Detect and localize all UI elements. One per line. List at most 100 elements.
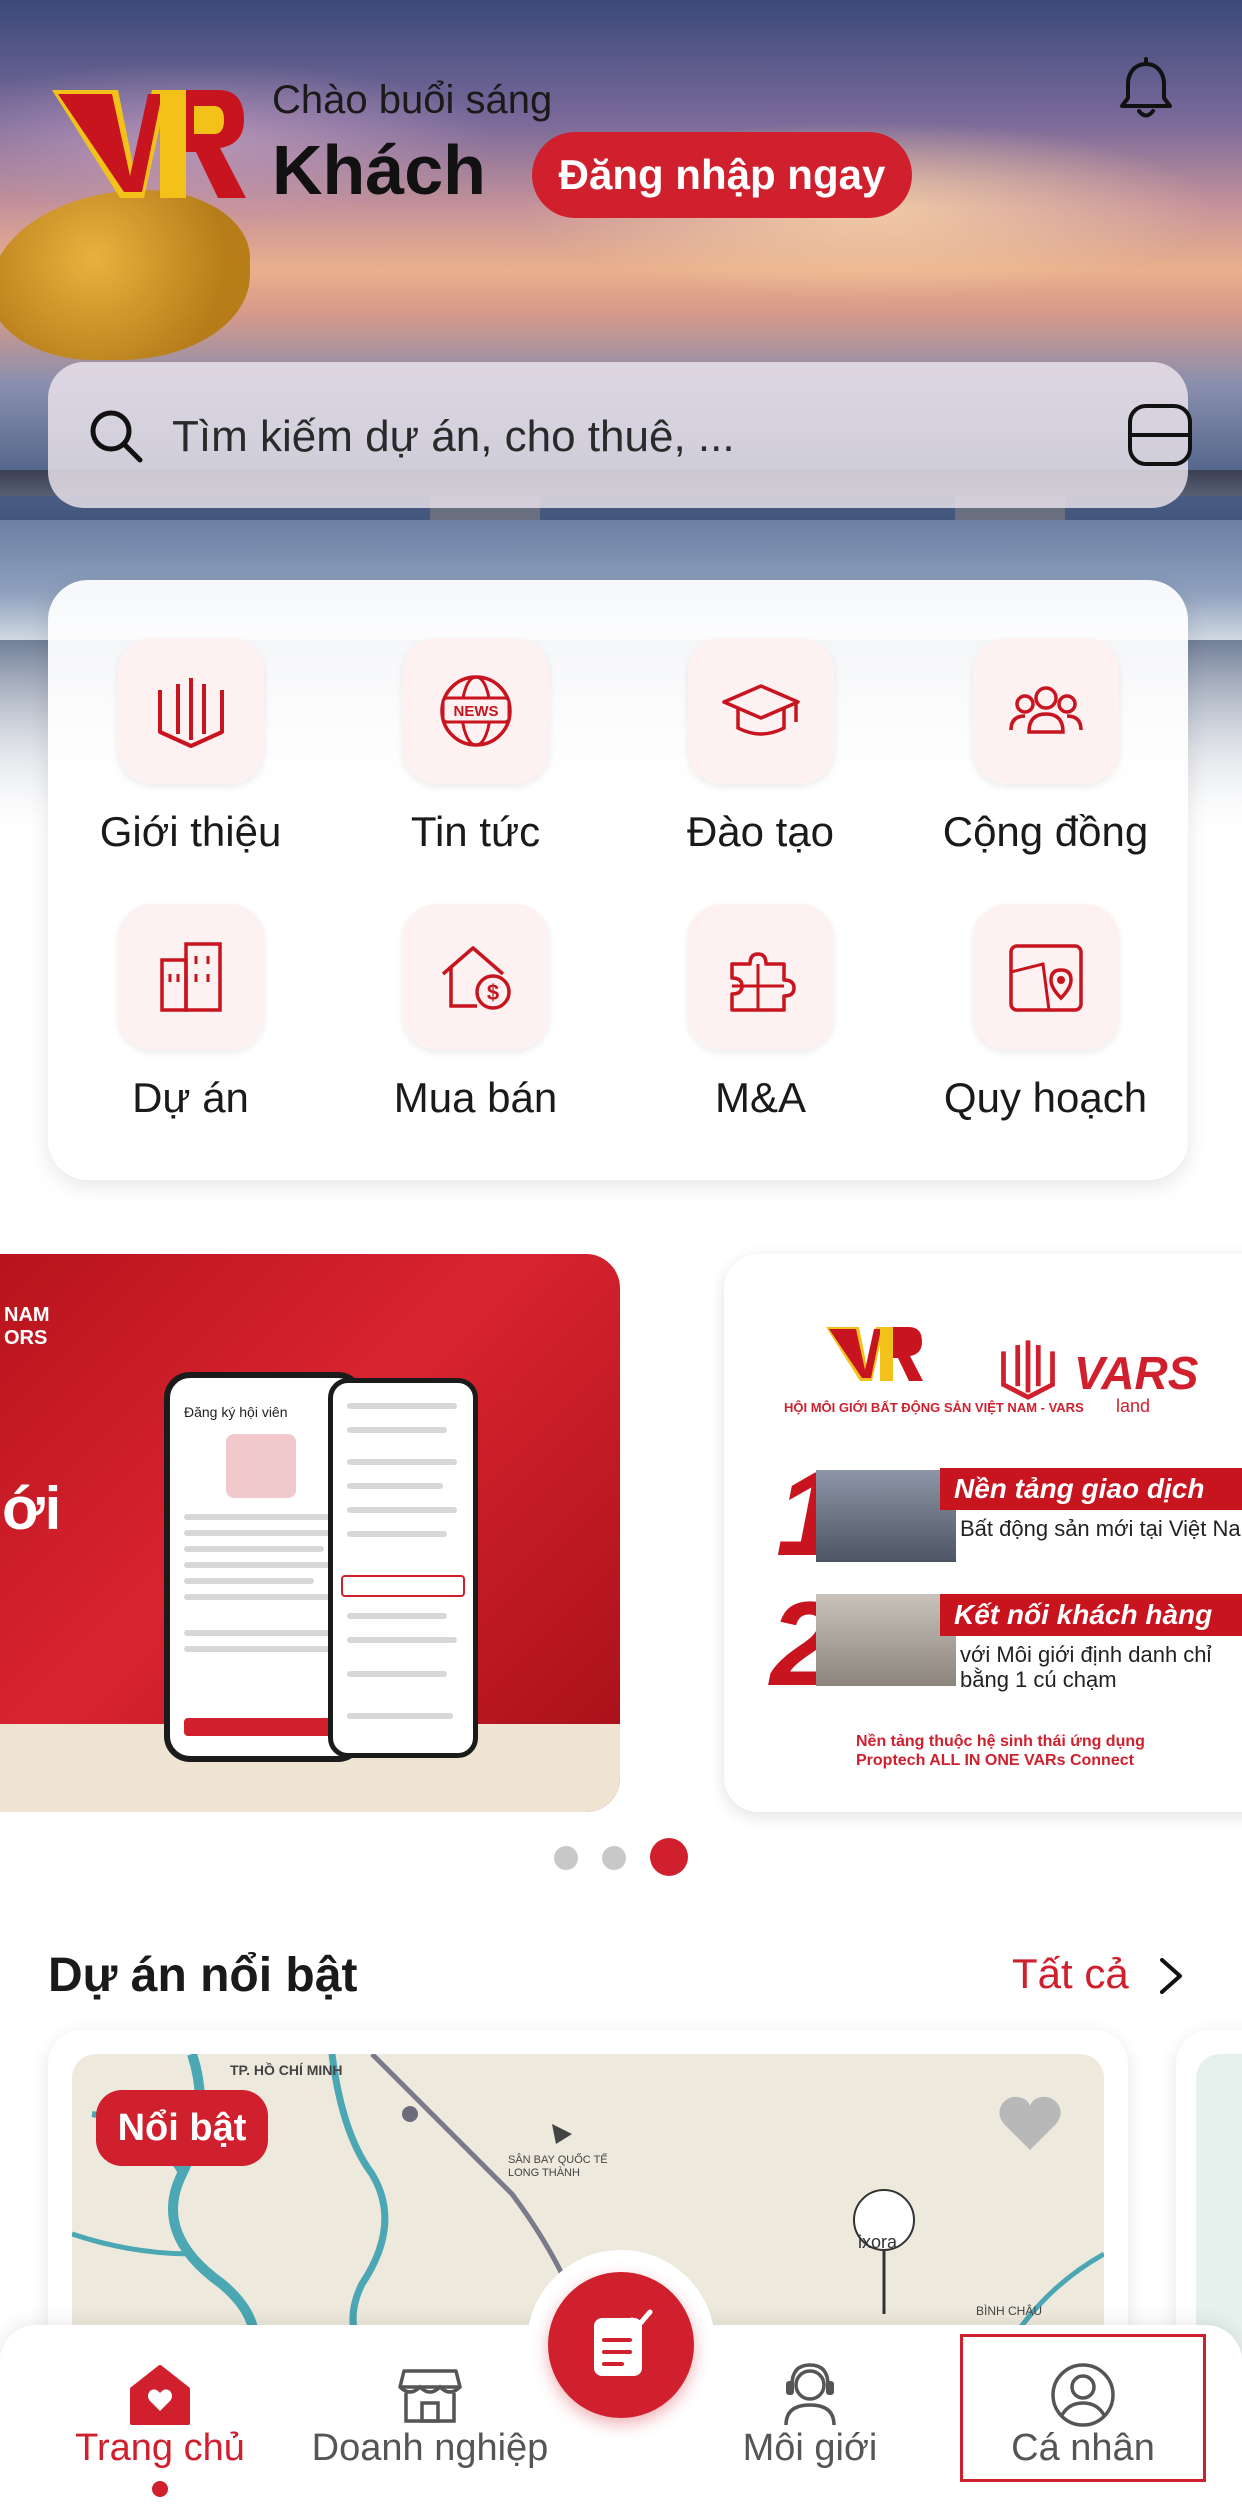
- map-label: BÌNH CHÂU: [976, 2304, 1043, 2318]
- phone-illustration: [226, 1434, 296, 1498]
- heart-icon[interactable]: [996, 2094, 1064, 2154]
- promo-banner-vars-land[interactable]: HỘI MÔI GIỚI BẤT ĐỘNG SẢN VIỆT NAM - VAR…: [724, 1254, 1242, 1812]
- map-label: ixora: [858, 2232, 898, 2252]
- login-button[interactable]: Đăng nhập ngay: [532, 132, 912, 218]
- svg-text:$: $: [487, 980, 499, 1005]
- tab-home[interactable]: Trang chủ: [40, 2325, 280, 2505]
- scan-icon[interactable]: [1126, 402, 1194, 468]
- building-icon: [160, 942, 222, 1012]
- menu-icon-box: [118, 904, 264, 1050]
- menu-icon-box: $: [403, 904, 549, 1050]
- phone-text-line: [184, 1514, 334, 1520]
- vars-logo-icon: [158, 678, 224, 748]
- map-pin-icon: [1009, 944, 1083, 1012]
- map-label: TP. HỒ CHÍ MINH: [230, 2062, 343, 2078]
- banner-photo-handshake: [816, 1594, 956, 1686]
- community-icon: [1009, 686, 1083, 734]
- phone-title: Đăng ký hội viên: [184, 1404, 288, 1420]
- see-all-link[interactable]: Tất cả: [1012, 1950, 1129, 1998]
- phone-text-line: [347, 1403, 457, 1409]
- vars-logo-icon: [1001, 1340, 1055, 1400]
- carousel-indicator: [550, 1838, 692, 1878]
- feature-text: Bất động sản mới tại Việt Nam: [960, 1516, 1242, 1541]
- active-tab-indicator: [152, 2481, 168, 2497]
- tab-label: Trang chủ: [75, 2427, 245, 2469]
- carousel-dot[interactable]: [554, 1846, 578, 1870]
- menu-item-du-an[interactable]: Dự án: [48, 846, 333, 1121]
- phone-text-line: [184, 1630, 344, 1636]
- menu-icon-box: [688, 638, 834, 784]
- promo-banner-membership[interactable]: NAM ORS ới Đăng ký hội viên: [0, 1254, 620, 1812]
- tab-label: Môi giới: [742, 2427, 878, 2469]
- banner-footer: Nền tảng thuộc hệ sinh thái ứng dụng Prop…: [856, 1733, 1145, 1770]
- phone-text-line: [184, 1594, 334, 1600]
- phone-text-line: [347, 1427, 447, 1433]
- agent-headset-icon: [784, 2363, 836, 2426]
- svg-text:NEWS: NEWS: [454, 703, 499, 720]
- feature-menu: Giới thiệu NEWS Tin tức Đào tạo Cộng đồn…: [48, 580, 1188, 1180]
- phone-text-line: [347, 1507, 457, 1513]
- phone-mockup-secondary: [328, 1378, 478, 1758]
- home-heart-icon: [130, 2365, 190, 2425]
- banner-tag: NAM ORS: [4, 1304, 50, 1349]
- featured-badge: Nổi bật: [96, 2090, 268, 2166]
- menu-item-label: Mua bán: [393, 1074, 558, 1121]
- phone-text-line: [347, 1713, 453, 1719]
- search-input[interactable]: Tìm kiếm dự án, cho thuê, ...: [172, 412, 735, 462]
- banner-photo-meeting: [816, 1470, 956, 1562]
- feature-title: Nền tảng giao dịch: [940, 1468, 1242, 1510]
- menu-item-label: Dự án: [132, 1074, 249, 1121]
- vr-logo-small: [826, 1327, 923, 1381]
- feature-text: với Môi giới định danh chỉ bằng 1 cú chạ…: [960, 1642, 1212, 1693]
- menu-icon-box: [973, 904, 1119, 1050]
- menu-item-m-and-a[interactable]: M&A: [618, 846, 903, 1121]
- menu-item-label: Quy hoạch: [943, 1074, 1148, 1121]
- graduation-cap-icon: [722, 684, 800, 736]
- phone-text-line: [347, 1483, 443, 1489]
- menu-icon-box: [688, 904, 834, 1050]
- menu-item-gioi-thieu[interactable]: Giới thiệu: [48, 580, 333, 855]
- phone-text-line: [184, 1646, 334, 1652]
- phone-text-line: [184, 1546, 324, 1552]
- tab-agent[interactable]: Môi giới: [690, 2325, 930, 2505]
- section-title: Dự án nổi bật: [48, 1949, 358, 2002]
- news-globe-icon: NEWS: [440, 675, 512, 747]
- menu-item-quy-hoach[interactable]: Quy hoạch: [903, 846, 1188, 1121]
- phone-highlight-row: [341, 1575, 465, 1597]
- search-icon: [90, 410, 143, 463]
- menu-icon-box: NEWS: [403, 638, 549, 784]
- carousel-dot-active[interactable]: [650, 1838, 688, 1876]
- center-action-button[interactable]: [548, 2272, 694, 2418]
- chevron-right-icon[interactable]: [1158, 1956, 1184, 1996]
- feature-title: Kết nối khách hàng: [940, 1594, 1242, 1636]
- vr-logo: [52, 90, 246, 198]
- carousel-dot[interactable]: [602, 1846, 626, 1870]
- phone-text-line: [347, 1459, 457, 1465]
- menu-item-label: M&A: [714, 1074, 806, 1121]
- dragon-statue-image: [0, 190, 250, 360]
- menu-icon-box: [973, 638, 1119, 784]
- map-label: SÂN BAY QUỐC TẾ LONG THÀNH: [508, 2154, 608, 2180]
- store-icon: [398, 2369, 462, 2423]
- puzzle-icon: [730, 952, 796, 1012]
- phone-register-button: [184, 1718, 344, 1736]
- phone-text-line: [347, 1613, 447, 1619]
- user-name: Khách: [272, 131, 486, 209]
- search-bar[interactable]: Tìm kiếm dự án, cho thuê, ...: [48, 362, 1192, 508]
- brand-name: VARS: [1074, 1347, 1199, 1399]
- tab-label: Doanh nghiệp: [311, 2427, 549, 2469]
- phone-text-line: [347, 1637, 457, 1643]
- menu-item-dao-tao[interactable]: Đào tạo: [618, 580, 903, 855]
- menu-item-mua-ban[interactable]: $ Mua bán: [333, 846, 618, 1121]
- house-dollar-icon: $: [441, 946, 511, 1010]
- phone-text-line: [184, 1530, 344, 1536]
- menu-item-tin-tuc[interactable]: NEWS Tin tức: [333, 580, 618, 855]
- phone-text-line: [184, 1562, 340, 1568]
- phone-text-line: [184, 1578, 314, 1584]
- bell-icon[interactable]: [1112, 56, 1180, 124]
- phone-text-line: [347, 1671, 447, 1677]
- tab-profile-highlight: [960, 2334, 1206, 2482]
- banner-big-text: ới: [2, 1475, 62, 1542]
- clipboard-check-icon: [594, 2309, 653, 2376]
- menu-item-cong-dong[interactable]: Cộng đồng: [903, 580, 1188, 855]
